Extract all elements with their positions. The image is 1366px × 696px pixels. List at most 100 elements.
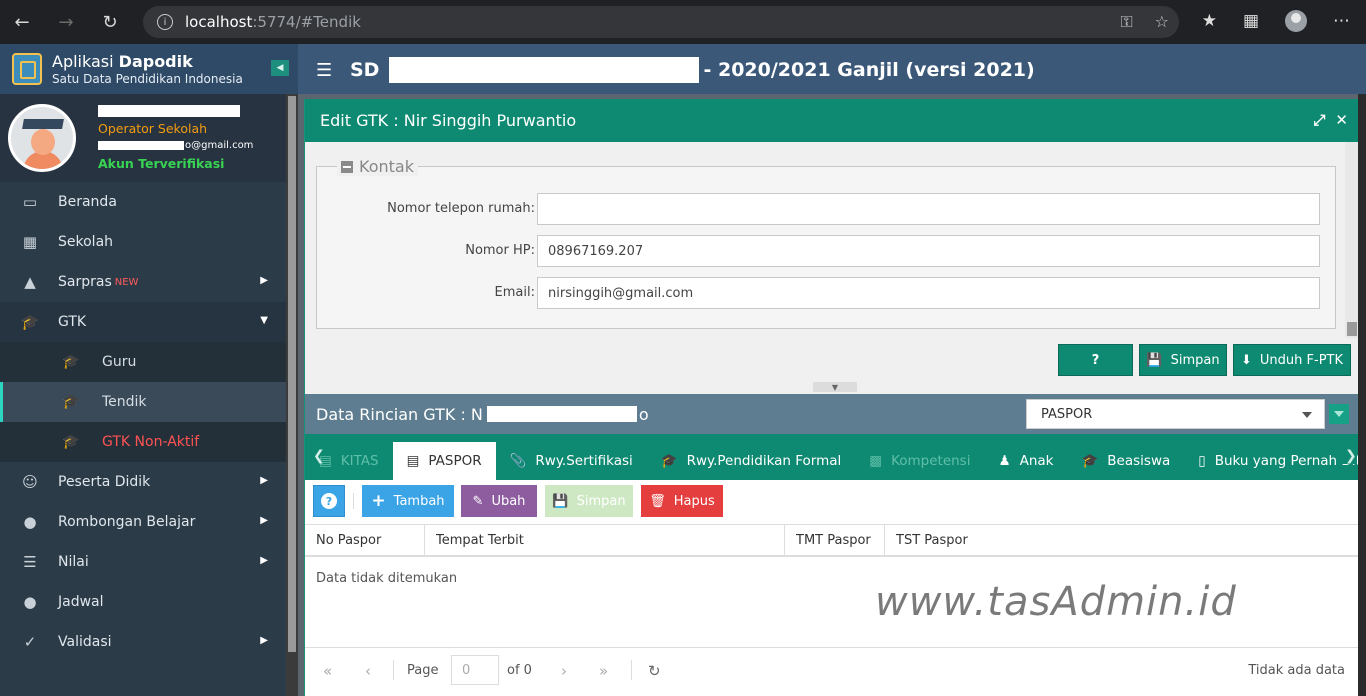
nomor-hp-input[interactable]: 08967169.207 xyxy=(537,235,1320,267)
tab-scroll-right-icon[interactable]: ❯ xyxy=(1341,448,1357,464)
tab-kompetensi[interactable]: ▩ Kompetensi xyxy=(855,442,984,480)
rincian-tabs: ❮ ▤ KITAS ▤ PASPOR 📎 Rwy.Sertifikasi 🎓 Rwy.P… xyxy=(305,434,1359,480)
sidebar-item-tendik[interactable]: 🎓 Tendik xyxy=(0,382,286,422)
star-icon[interactable]: ☆ xyxy=(1155,12,1169,32)
sidebar-item-label: GTK Non-Aktif xyxy=(102,434,200,450)
road-icon: ▲ xyxy=(24,273,36,291)
brand-subtitle: Satu Data Pendidikan Indonesia xyxy=(52,71,243,86)
tab-rwy-pendidikan[interactable]: 🎓 Rwy.Pendidikan Formal xyxy=(647,442,855,480)
collections-icon[interactable]: ▦ xyxy=(1243,11,1259,31)
sidebar-item-jadwal[interactable]: ● Jadwal xyxy=(0,582,286,622)
refresh-icon[interactable]: ↻ xyxy=(648,662,661,680)
sidebar-item-gtk[interactable]: 🎓 GTK ▼ xyxy=(0,302,286,342)
caret-right-icon: ▶ xyxy=(260,515,268,526)
window-edge xyxy=(1358,94,1366,696)
key-icon[interactable]: ⚿ xyxy=(1120,12,1132,32)
sidebar-item-beranda[interactable]: ▭ Beranda xyxy=(0,182,286,222)
tab-scroll-left-icon[interactable]: ❮ xyxy=(313,448,325,464)
modal-title: Edit GTK : Nir Singgih Purwantio xyxy=(320,111,577,130)
telepon-rumah-input[interactable] xyxy=(537,193,1320,225)
sidebar-item-label: Beranda xyxy=(58,194,117,210)
rincian-select[interactable]: PASPOR xyxy=(1026,399,1325,429)
url-host: localhost xyxy=(185,13,253,31)
tambah-button[interactable]: + Tambah xyxy=(362,485,454,517)
graduation-cap-icon: 🎓 xyxy=(62,434,80,450)
button-label: Ubah xyxy=(491,493,526,509)
sidebar-item-guru[interactable]: 🎓 Guru xyxy=(0,342,286,382)
next-page-icon[interactable]: › xyxy=(561,662,567,680)
sidebar-scrollbar[interactable] xyxy=(286,94,298,696)
tab-paspor[interactable]: ▤ PASPOR xyxy=(392,442,496,480)
maximize-icon[interactable]: ⤢ xyxy=(1313,111,1325,129)
more-icon[interactable]: ⋯ xyxy=(1333,11,1350,31)
grid-help-button[interactable]: ? xyxy=(313,485,345,517)
tab-label: Buku yang Pernah Ditul xyxy=(1214,453,1359,469)
school-prefix: SD xyxy=(350,59,380,81)
sidebar-item-sarpras[interactable]: ▲ Sarpras NEW ▶ xyxy=(0,262,286,302)
column-header[interactable]: TMT Paspor xyxy=(785,525,885,556)
sidebar-item-gtk-nonaktif[interactable]: 🎓 GTK Non-Aktif xyxy=(0,422,286,462)
empty-message: Data tidak ditemukan xyxy=(316,571,458,586)
reload-icon[interactable]: ↻ xyxy=(88,0,132,44)
sidebar-item-label: Validasi xyxy=(58,634,112,650)
email-field[interactable]: nirsinggih@gmail.com xyxy=(537,277,1320,309)
avatar xyxy=(8,104,76,172)
tab-beasiswa[interactable]: 🎓 Beasiswa xyxy=(1067,442,1184,480)
close-icon[interactable]: ✕ xyxy=(1335,111,1348,129)
prev-page-icon[interactable]: ‹ xyxy=(365,662,371,680)
field-row-email: Email: nirsinggih@gmail.com xyxy=(317,277,1337,309)
sidebar-item-validasi[interactable]: ✓ Validasi ▶ xyxy=(0,622,286,662)
hamburger-icon[interactable]: ☰ xyxy=(316,60,332,81)
help-button[interactable]: ? xyxy=(1058,344,1133,376)
brand-name: Dapodik xyxy=(118,51,193,71)
simpan-button[interactable]: 💾 Simpan xyxy=(1139,344,1227,376)
back-icon[interactable]: ← xyxy=(0,0,44,44)
first-page-icon[interactable]: « xyxy=(323,662,332,680)
ubah-button[interactable]: ✎ Ubah xyxy=(461,485,537,517)
caret-right-icon: ▶ xyxy=(260,555,268,566)
save-icon: 💾 xyxy=(1146,352,1163,368)
sidebar-item-peserta-didik[interactable]: ☺ Peserta Didik ▶ xyxy=(0,462,286,502)
page-number-input[interactable]: 0 xyxy=(451,655,499,685)
sidebar-item-label: Sarpras xyxy=(58,274,112,290)
tab-anak[interactable]: ♟ Anak xyxy=(984,442,1067,480)
sidebar-item-rombel[interactable]: ● Rombongan Belajar ▶ xyxy=(0,502,286,542)
sidebar-item-nilai[interactable]: ☰ Nilai ▶ xyxy=(0,542,286,582)
app-header: Aplikasi Dapodik Satu Data Pendidikan In… xyxy=(0,44,1366,94)
last-page-icon[interactable]: » xyxy=(599,662,608,680)
kontak-fieldset: Kontak Nomor telepon rumah: Nomor HP: 08… xyxy=(316,157,1337,329)
button-label: Simpan xyxy=(1170,352,1220,368)
column-header[interactable]: Tempat Terbit xyxy=(425,525,785,556)
rincian-header: Data Rincian GTK : N o PASPOR xyxy=(305,394,1359,434)
browser-toolbar: ← → ↻ i localhost:5774/#Tendik ⚿ ☆ ★ ▦ ⋯ xyxy=(0,0,1366,44)
column-header[interactable]: TST Paspor xyxy=(885,525,1359,556)
profile-icon[interactable] xyxy=(1285,10,1307,32)
sidebar-item-sekolah[interactable]: ▦ Sekolah xyxy=(0,222,286,262)
collapse-minus-icon[interactable] xyxy=(341,160,353,173)
kontak-legend[interactable]: Kontak xyxy=(337,157,418,176)
redacted-gtk-name xyxy=(486,406,637,422)
form-scrollbar[interactable] xyxy=(1345,142,1359,338)
edit-gtk-modal: Edit GTK : Nir Singgih Purwantio ⤢ ✕ Kon… xyxy=(304,99,1359,696)
school-title: SD - 2020/2021 Ganjil (versi 2021) xyxy=(350,57,1035,83)
field-label: Email: xyxy=(494,285,535,300)
tab-buku[interactable]: ▯ Buku yang Pernah Ditul xyxy=(1184,442,1359,480)
splitter-handle[interactable]: ▼ xyxy=(813,382,857,392)
tab-rwy-sertifikasi[interactable]: 📎 Rwy.Sertifikasi xyxy=(496,442,647,480)
trash-icon: 🗑 xyxy=(649,493,666,509)
address-bar[interactable]: i localhost:5774/#Tendik xyxy=(143,6,1179,38)
graduation-cap-icon: 🎓 xyxy=(1081,453,1099,469)
forward-icon[interactable]: → xyxy=(44,0,88,44)
favorites-icon[interactable]: ★ xyxy=(1202,11,1217,31)
hapus-button[interactable]: 🗑 Hapus xyxy=(641,485,723,517)
info-icon[interactable]: i xyxy=(157,14,173,30)
collapse-sidebar-icon[interactable]: ◀ xyxy=(271,60,289,76)
unduh-fptk-button[interactable]: ⬇ Unduh F-PTK xyxy=(1233,344,1351,376)
tab-label: Beasiswa xyxy=(1107,453,1171,469)
select-toggle-icon[interactable] xyxy=(1329,404,1349,424)
sidebar-menu: ▭ Beranda ▦ Sekolah ▲ Sarpras NEW ▶ 🎓 GTK ▼ 🎓 Gu… xyxy=(0,182,286,662)
field-row-telepon: Nomor telepon rumah: xyxy=(317,193,1337,225)
gtk-submenu: 🎓 Guru 🎓 Tendik 🎓 GTK Non-Aktif xyxy=(0,342,286,462)
simpan-grid-button[interactable]: 💾 Simpan xyxy=(545,485,633,517)
column-header[interactable]: No Paspor xyxy=(305,525,425,556)
